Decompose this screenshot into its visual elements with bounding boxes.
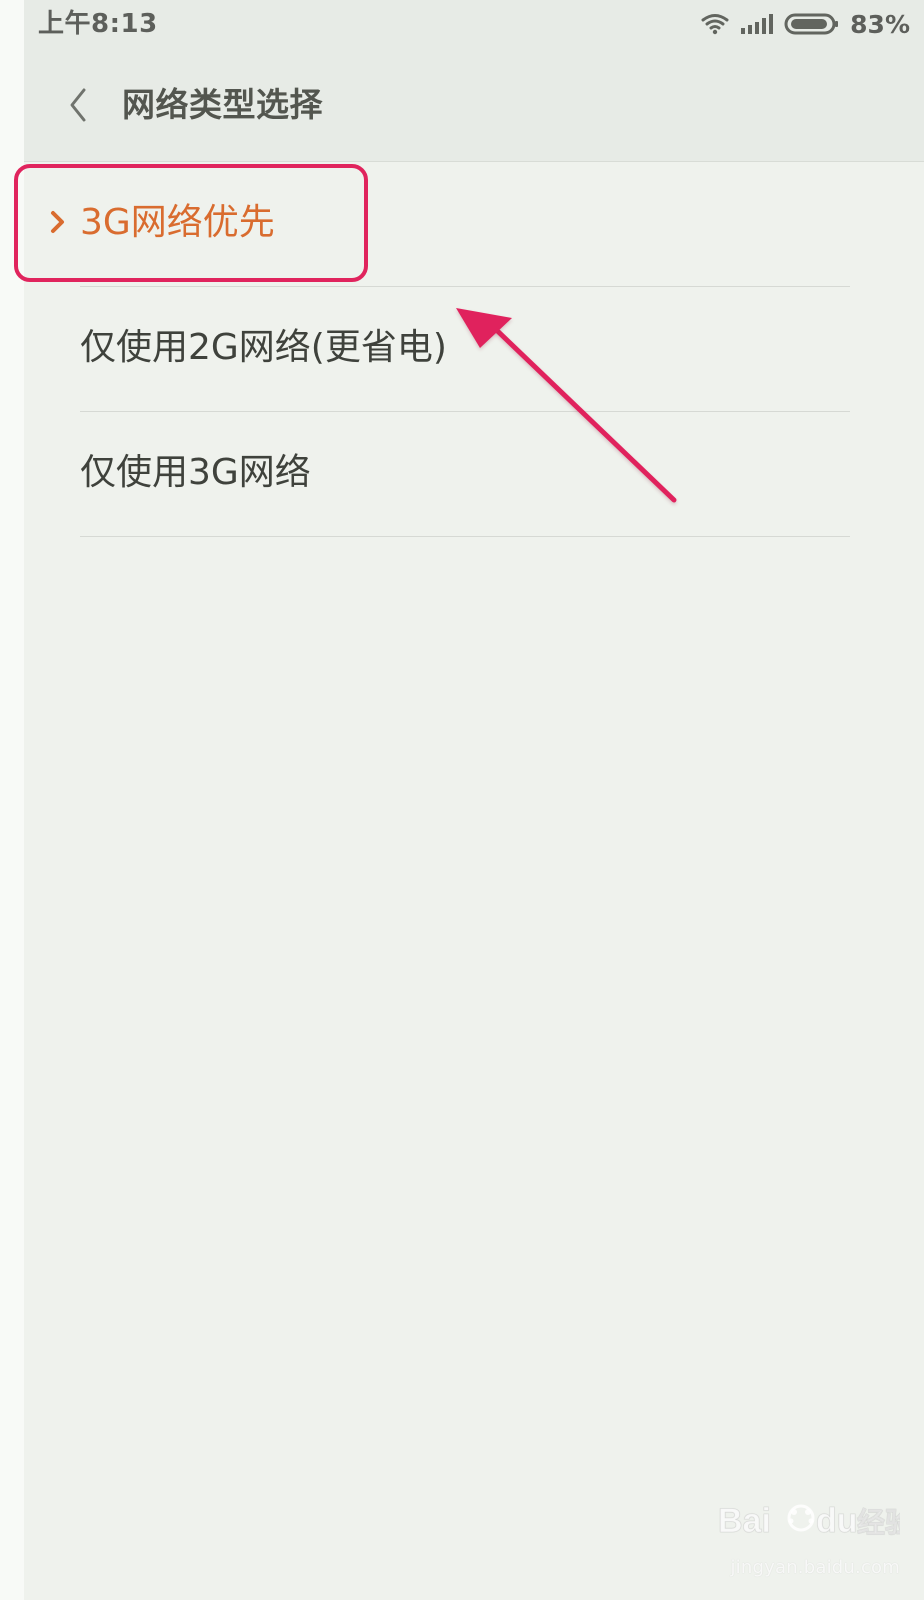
svg-text:du: du <box>816 1502 858 1540</box>
annotation-highlight-box <box>14 164 368 282</box>
wifi-icon <box>700 12 730 36</box>
network-option-2g-only[interactable]: 仅使用2G网络(更省电) <box>80 287 850 412</box>
baidu-jingyan-watermark: Bai du 经验 jingyan.baidu.com <box>718 1498 900 1578</box>
battery-percent: 83% <box>850 9 910 39</box>
chevron-left-icon <box>66 87 90 127</box>
status-icons: 83% <box>700 7 910 41</box>
back-button[interactable] <box>62 82 94 132</box>
status-time: 上午8:13 <box>38 9 158 39</box>
network-option-label: 仅使用2G网络(更省电) <box>80 327 447 368</box>
svg-text:Bai: Bai <box>718 1502 771 1540</box>
network-option-label: 仅使用3G网络 <box>80 452 311 493</box>
network-option-3g-only[interactable]: 仅使用3G网络 <box>80 412 850 537</box>
page-title: 网络类型选择 <box>122 85 323 124</box>
top-bar: 上午8:13 83% 网络类型选择 <box>24 0 924 162</box>
svg-text:经验: 经验 <box>857 1506 900 1539</box>
baidu-logo: Bai du 经验 <box>718 1502 900 1541</box>
signal-icon <box>740 12 774 36</box>
watermark-domain: jingyan.baidu.com <box>730 1557 900 1578</box>
battery-icon <box>784 12 840 36</box>
